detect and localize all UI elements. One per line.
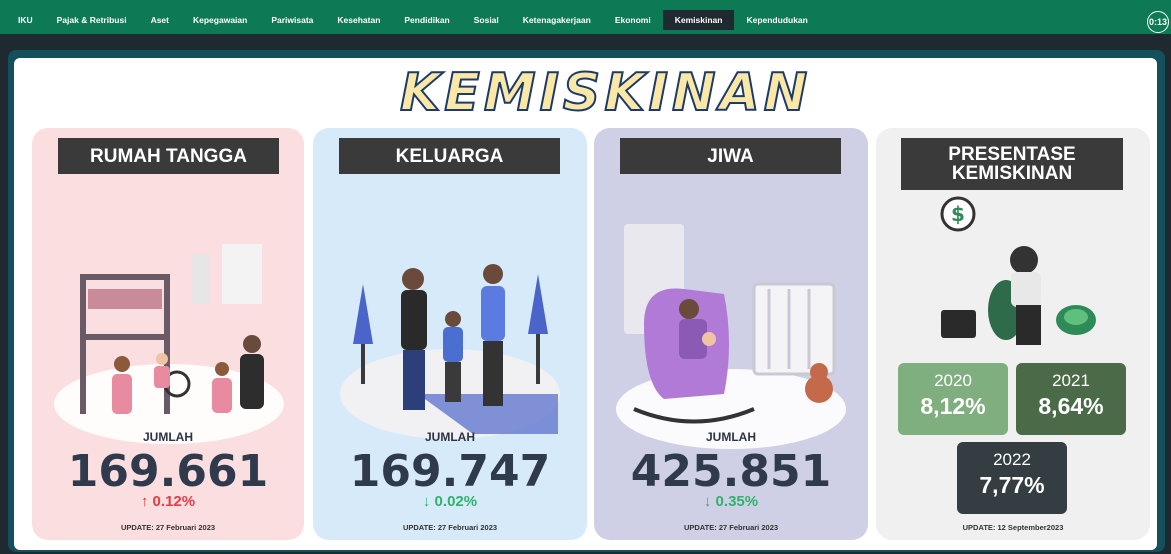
year-label: 2021: [1052, 371, 1090, 390]
jumlah-value: 169.661: [67, 446, 269, 497]
family-walking-illustration: [340, 264, 560, 439]
card-presentase-kemiskinan: PRESENTASE KEMISKINAN $ 2020 8,12% 2021 …: [876, 128, 1150, 540]
card-header: RUMAH TANGGA: [58, 138, 279, 174]
change-indicator: ↓ 0.02%: [422, 493, 478, 510]
update-date: UPDATE: 27 Februari 2023: [120, 523, 216, 532]
tab-iku[interactable]: IKU: [6, 10, 45, 30]
tab-sosial[interactable]: Sosial: [462, 10, 511, 30]
tab-ekonomi[interactable]: Ekonomi: [603, 10, 663, 30]
tab-kepegawaian[interactable]: Kepegawaian: [181, 10, 259, 30]
page-title: KEMISKINAN: [399, 62, 812, 124]
tab-pendidikan[interactable]: Pendidikan: [392, 10, 461, 30]
percentage-box-2020: 2020 8,12%: [898, 363, 1008, 435]
jumlah-label: JUMLAH: [143, 430, 193, 444]
jumlah-value: 169.747: [349, 446, 551, 497]
card-rumah-tangga: RUMAH TANGGA JUMLAH 169.661 ↑ 0.12% UPDA…: [32, 128, 304, 540]
change-indicator: ↑ 0.12%: [140, 493, 196, 510]
percentage-box-2022: 2022 7,77%: [957, 442, 1067, 514]
year-label: 2022: [993, 450, 1031, 469]
update-date: UPDATE: 27 Februari 2023: [683, 523, 779, 532]
card-keluarga: KELUARGA JUMLAH 169.747 ↓ 0.02% UPDATE: …: [313, 128, 587, 540]
jumlah-label: JUMLAH: [425, 430, 475, 444]
tab-pajak-retribusi[interactable]: Pajak & Retribusi: [45, 10, 139, 30]
percentage-value: 8,64%: [1038, 393, 1104, 419]
family-household-illustration: [54, 244, 284, 444]
tab-content-band: [0, 34, 1171, 50]
mother-baby-illustration: [616, 224, 846, 449]
tab-aset[interactable]: Aset: [139, 10, 181, 30]
nav-tabs: IKU Pajak & Retribusi Aset Kepegawaian P…: [6, 10, 820, 30]
update-date: UPDATE: 27 Februari 2023: [402, 523, 498, 532]
jumlah-value: 425.851: [630, 446, 832, 497]
tab-pariwisata[interactable]: Pariwisata: [259, 10, 325, 30]
svg-text:$: $: [951, 202, 965, 226]
year-label: 2020: [934, 371, 972, 390]
tab-kesehatan[interactable]: Kesehatan: [325, 10, 392, 30]
card-header: PRESENTASE KEMISKINAN: [901, 138, 1123, 190]
card-jiwa: JIWA JUMLAH 425.851 ↓ 0.35% UPDATE: 27 F…: [594, 128, 868, 540]
percentage-box-2021: 2021 8,64%: [1016, 363, 1126, 435]
tab-kemiskinan[interactable]: Kemiskinan: [662, 10, 735, 30]
percentage-value: 8,12%: [920, 393, 986, 419]
card-header: JIWA: [620, 138, 841, 174]
tab-kependudukan[interactable]: Kependudukan: [734, 10, 819, 30]
jumlah-label: JUMLAH: [706, 430, 756, 444]
tab-ketenagakerjaan[interactable]: Ketenagakerjaan: [511, 10, 603, 30]
percentage-value: 7,77%: [979, 472, 1045, 498]
card-header: KELUARGA: [339, 138, 560, 174]
change-indicator: ↓ 0.35%: [703, 493, 759, 510]
top-nav-bar: IKU Pajak & Retribusi Aset Kepegawaian P…: [0, 0, 1171, 34]
timer-badge: 0:13: [1147, 11, 1169, 33]
poverty-illustration: $: [940, 196, 1096, 345]
update-date: UPDATE: 12 September2023: [962, 523, 1064, 532]
